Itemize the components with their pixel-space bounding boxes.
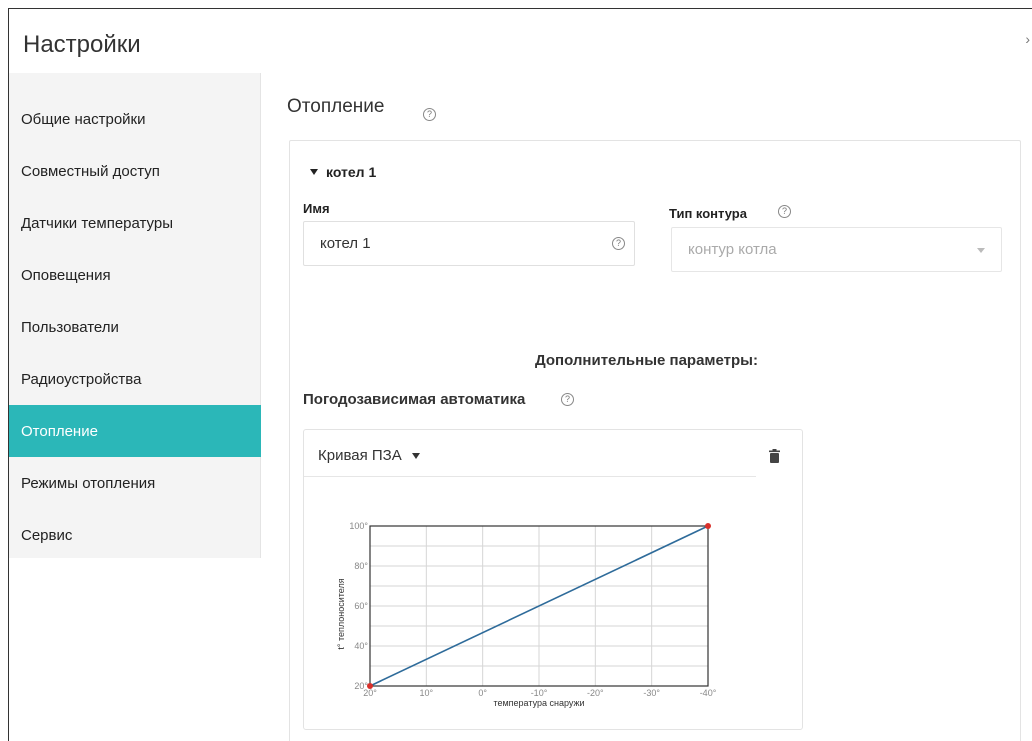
triangle-down-icon	[411, 452, 420, 459]
name-label: Имя	[303, 201, 330, 216]
x-tick-label: -10°	[531, 688, 548, 698]
name-input[interactable]: котел 1	[303, 221, 635, 266]
settings-panel: Настройки › Общие настройки Совместный д…	[8, 8, 1032, 741]
x-tick-label: -30°	[643, 688, 660, 698]
sidebar-item-heating-modes[interactable]: Режимы отопления	[9, 457, 261, 509]
sidebar-item-notifications[interactable]: Оповещения	[9, 249, 261, 301]
x-tick-label: 0°	[478, 688, 487, 698]
circuit-type-select[interactable]: контур котла	[671, 227, 1002, 272]
curve-type-dropdown[interactable]: Кривая ПЗА	[318, 447, 420, 464]
circuit-type-label: Тип контура	[669, 206, 747, 221]
sidebar-item-sharing[interactable]: Совместный доступ	[9, 145, 261, 197]
help-icon[interactable]: ?	[561, 393, 574, 406]
boiler-group-toggle[interactable]: котел 1	[310, 164, 376, 180]
curve-type-label: Кривая ПЗА	[318, 447, 402, 464]
page-title: Настройки	[23, 31, 141, 58]
sidebar: Общие настройки Совместный доступ Датчик…	[9, 73, 261, 558]
weather-automation-label: Погодозависимая автоматика	[303, 391, 526, 408]
trash-icon[interactable]	[769, 449, 780, 463]
y-tick-label: 100°	[349, 521, 368, 531]
x-tick-label: 10°	[420, 688, 434, 698]
close-icon[interactable]: ›	[1025, 31, 1030, 47]
y-tick-label: 60°	[354, 601, 368, 611]
curve-point	[367, 683, 373, 689]
x-tick-label: 20°	[363, 688, 377, 698]
sidebar-item-general[interactable]: Общие настройки	[9, 93, 261, 145]
section-title: Отопление	[287, 96, 385, 117]
y-tick-label: 80°	[354, 561, 368, 571]
x-tick-label: -40°	[700, 688, 717, 698]
curve-point	[705, 523, 711, 529]
boiler-group-title: котел 1	[326, 164, 377, 180]
weather-curve-card: Кривая ПЗА 20° 40° 60° 80° 100° 20° 10° 0° -10°…	[303, 429, 803, 730]
y-axis-label: t° теплоносителя	[336, 578, 346, 649]
sidebar-item-heating[interactable]: Отопление	[9, 405, 261, 457]
chevron-down-icon	[977, 248, 985, 253]
weather-curve-chart: 20°40°60°80°100° 20° 10° 0° -10° -20° -30° -40…	[336, 521, 717, 708]
x-axis-label: температура снаружи	[493, 698, 584, 708]
help-icon[interactable]: ?	[778, 205, 791, 218]
extra-params-title: Дополнительные параметры:	[535, 352, 758, 369]
sidebar-item-users[interactable]: Пользователи	[9, 301, 261, 353]
sidebar-item-service[interactable]: Сервис	[9, 509, 261, 561]
help-icon[interactable]: ?	[423, 108, 436, 121]
triangle-down-icon	[310, 169, 318, 175]
x-tick-label: -20°	[587, 688, 604, 698]
y-tick-label: 40°	[354, 641, 368, 651]
sidebar-item-radio-devices[interactable]: Радиоустройства	[9, 353, 261, 405]
sidebar-item-sensors[interactable]: Датчики температуры	[9, 197, 261, 249]
help-icon[interactable]: ?	[612, 237, 625, 250]
